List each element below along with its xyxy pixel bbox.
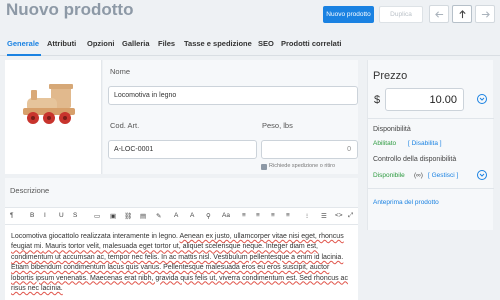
align-center-icon[interactable]: ≡ (256, 212, 260, 219)
stock-status: Disponibile (373, 172, 405, 179)
name-label: Nome (110, 67, 131, 76)
tab-related-products[interactable]: Prodotti correlati (281, 39, 341, 48)
align-right-icon[interactable]: ≡ (271, 212, 275, 219)
previous-button[interactable] (429, 5, 449, 23)
video-icon[interactable]: ▭ (94, 212, 100, 220)
price-expand-icon[interactable] (477, 94, 487, 104)
editor-toolbar: ¶ B I U S ▭ ▣ ⛓ ▤ ✎ A A ⚲ Aa ≡ ≡ ≡ ≡ ⁝ ☰ <> ⤢ (5, 207, 358, 225)
product-image[interactable] (5, 60, 102, 174)
tab-attributes[interactable]: Attributi (47, 39, 76, 48)
stock-expand-icon[interactable] (477, 170, 487, 180)
underline-icon[interactable]: U (59, 212, 64, 219)
stock-control-label: Controllo della disponibilità (373, 156, 457, 163)
highlight-icon[interactable]: A (190, 212, 194, 219)
fullscreen-icon[interactable]: ⤢ (348, 212, 353, 220)
pen-icon[interactable]: ✎ (156, 212, 161, 220)
currency-symbol: $ (374, 94, 381, 106)
main-panel: Nome Locomotiva in legno Cod. Art. A-LOC… (5, 60, 365, 300)
bullet-list-icon[interactable]: ⁝ (306, 212, 308, 220)
duplicate-button[interactable]: Duplica (379, 6, 423, 23)
wooden-train-image (23, 84, 75, 124)
arrow-up-icon (458, 9, 466, 18)
price-input[interactable]: 10.00 (385, 88, 464, 111)
bold-icon[interactable]: B (30, 212, 34, 219)
manage-stock-link[interactable]: [ Gestisci ] (428, 172, 458, 179)
arrow-right-icon (481, 10, 490, 18)
page-title: Nuovo prodotto (6, 0, 134, 19)
justify-icon[interactable]: ≡ (286, 212, 290, 219)
description-text-3: Mauris tortor velit, malesuada eget tort… (11, 243, 348, 293)
sku-input[interactable]: A-LOC-0001 (108, 140, 257, 159)
font-size-icon[interactable]: Aa (222, 212, 230, 219)
description-label: Descrizione (10, 186, 50, 195)
description-header (5, 178, 358, 207)
product-preview-link[interactable]: Anteprima del prodotto (373, 199, 439, 206)
align-left-icon[interactable]: ≡ (242, 212, 246, 219)
up-button[interactable] (452, 5, 472, 23)
tab-files[interactable]: Files (158, 39, 175, 48)
shipping-required-checkbox[interactable] (261, 164, 267, 170)
divider (368, 118, 494, 119)
image-icon[interactable]: ▣ (110, 212, 116, 220)
strikethrough-icon[interactable]: S (73, 212, 77, 219)
weight-label: Peso, lbs (262, 121, 293, 130)
next-button[interactable] (475, 5, 495, 23)
price-label: Prezzo (373, 70, 408, 82)
clear-format-icon[interactable]: ⚲ (206, 212, 211, 220)
price-sidebar: Prezzo $ 10.00 Disponibilità Abilitato [… (367, 60, 494, 230)
divider (368, 188, 494, 189)
font-color-icon[interactable]: A (174, 212, 178, 219)
tab-gallery[interactable]: Galleria (122, 39, 150, 48)
numbered-list-icon[interactable]: ☰ (321, 212, 327, 220)
description-editor[interactable]: Locomotiva giocattolo realizzata interam… (5, 225, 358, 300)
name-input[interactable]: Locomotiva in legno (108, 86, 358, 105)
paragraph-icon[interactable]: ¶ (10, 212, 14, 219)
create-product-button[interactable]: Nuovo prodotto (323, 6, 374, 23)
italic-icon[interactable]: I (44, 212, 46, 219)
stock-infinity: (∞) (414, 172, 423, 179)
page-header: Nuovo prodotto Nuovo prodotto Duplica (0, 0, 500, 32)
sku-label: Cod. Art. (110, 121, 140, 130)
active-tab-indicator (7, 54, 41, 56)
table-icon[interactable]: ▤ (140, 212, 146, 220)
availability-status: Abilitato (373, 140, 397, 147)
tab-seo[interactable]: SEO (258, 39, 274, 48)
description-text-1: Locomotiva giocattolo realizzata interam… (11, 233, 180, 240)
code-view-icon[interactable]: <> (335, 212, 343, 219)
availability-label: Disponibilità (373, 126, 411, 133)
tab-general[interactable]: Generale (7, 39, 39, 48)
disable-link[interactable]: [ Disabilita ] (408, 140, 442, 147)
shipping-required-label: Richiede spedizione o ritiro (269, 163, 336, 169)
link-icon[interactable]: ⛓ (124, 212, 132, 220)
tab-options[interactable]: Opzioni (87, 39, 115, 48)
arrow-left-icon (434, 10, 443, 18)
tab-bar: Generale Attributi Opzioni Galleria File… (0, 36, 500, 56)
tab-taxes-shipping[interactable]: Tasse e spedizione (184, 39, 252, 48)
weight-input[interactable]: 0 (261, 140, 358, 159)
